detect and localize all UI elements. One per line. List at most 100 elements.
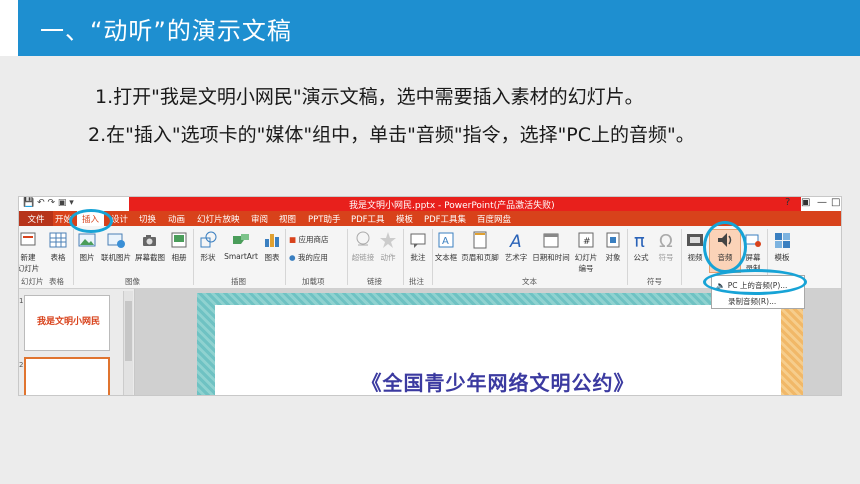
header-footer-label: 页眉和页脚 bbox=[461, 253, 499, 262]
slide-thumbnail-1[interactable]: 我是文明小网民 bbox=[24, 295, 110, 351]
slide-number-button[interactable]: # 幻灯片 编号 bbox=[572, 230, 600, 274]
new-slide-button[interactable]: 新建 幻灯片 bbox=[18, 230, 41, 274]
group-label-slides: 幻灯片 bbox=[21, 277, 44, 286]
thumb-title: 我是文明小网民 bbox=[37, 317, 101, 327]
tab-animations[interactable]: 动画 bbox=[168, 213, 185, 225]
step-2: 2.在"插入"选项卡的"媒体"组中，单击"音频"指令，选择"PC上的音频"。 bbox=[88, 124, 695, 146]
highlight-ring-insert-tab bbox=[69, 209, 113, 233]
object-icon bbox=[606, 232, 620, 248]
table-label: 表格 bbox=[50, 253, 66, 262]
album-button[interactable]: 相册 bbox=[167, 230, 191, 263]
tab-slideshow[interactable]: 幻灯片放映 bbox=[197, 213, 240, 225]
template-icon bbox=[775, 233, 790, 248]
wordart-button[interactable]: A 艺术字 bbox=[502, 230, 530, 263]
table-button[interactable]: 表格 bbox=[45, 230, 71, 263]
symbol-button[interactable]: Ω 符号 bbox=[654, 230, 678, 263]
template-label: 模板 bbox=[774, 253, 790, 262]
tab-review[interactable]: 审阅 bbox=[251, 213, 268, 225]
smartart-label: SmartArt bbox=[224, 252, 258, 261]
comment-label: 批注 bbox=[410, 253, 426, 262]
datetime-label: 日期和时间 bbox=[532, 253, 570, 262]
svg-text:A: A bbox=[509, 232, 522, 250]
online-picture-label: 联机图片 bbox=[101, 253, 131, 262]
shapes-label: 形状 bbox=[200, 253, 216, 262]
wordart-icon: A bbox=[509, 232, 522, 250]
group-separator bbox=[73, 229, 74, 285]
menu-item-record-audio[interactable]: 录制音频(R)... bbox=[728, 296, 776, 307]
minimize-button[interactable]: — bbox=[817, 197, 827, 208]
slide-number-icon: # bbox=[578, 232, 594, 248]
tab-transitions[interactable]: 切换 bbox=[139, 213, 156, 225]
thumb-number-2: 2 bbox=[19, 361, 24, 369]
scroll-thumb[interactable] bbox=[125, 301, 132, 361]
svg-text:π: π bbox=[634, 231, 645, 250]
template-button[interactable]: 模板 bbox=[769, 230, 795, 263]
tab-pdf-tools[interactable]: PDF工具 bbox=[351, 213, 385, 225]
chart-button[interactable]: 图表 bbox=[261, 230, 283, 263]
header-footer-button[interactable]: 页眉和页脚 bbox=[460, 230, 500, 263]
slide-thumbnail-2-selected[interactable] bbox=[24, 357, 110, 395]
group-label-symbols: 符号 bbox=[647, 277, 662, 286]
equation-button[interactable]: π 公式 bbox=[629, 230, 653, 263]
group-label-images: 图像 bbox=[125, 277, 140, 286]
equation-label: 公式 bbox=[633, 253, 649, 262]
my-apps-label: 我的应用 bbox=[297, 253, 328, 262]
picture-icon bbox=[78, 233, 96, 247]
film-icon bbox=[687, 234, 703, 246]
screenshot-label: 屏幕截图 bbox=[135, 253, 165, 262]
slide-content-area[interactable]: 《全国青少年网络文明公约》 bbox=[215, 305, 781, 395]
tab-view[interactable]: 视图 bbox=[279, 213, 296, 225]
slide-number-label: 幻灯片 编号 bbox=[574, 253, 598, 273]
camera-icon bbox=[143, 235, 156, 246]
page-title: 一、“动听”的演示文稿 bbox=[40, 17, 292, 45]
wordart-label: 艺术字 bbox=[504, 253, 528, 262]
action-button[interactable]: 动作 bbox=[377, 230, 399, 263]
powerpoint-screenshot: 💾 ↶ ↷ ▣ ▾ 我是文明小网民.pptx - PowerPoint(产品激活… bbox=[18, 196, 842, 396]
my-apps-button[interactable]: ● 我的应用 bbox=[289, 252, 345, 263]
group-separator bbox=[347, 229, 348, 285]
group-label-addins: 加载项 bbox=[302, 277, 325, 286]
thumb-number-1: 1 bbox=[19, 297, 24, 305]
object-button[interactable]: 对象 bbox=[602, 230, 624, 263]
group-separator bbox=[193, 229, 194, 285]
datetime-button[interactable]: 日期和时间 bbox=[531, 230, 571, 263]
header-footer-icon bbox=[473, 231, 487, 249]
tab-ppt-helper[interactable]: PPT助手 bbox=[308, 213, 340, 225]
title-bar: 💾 ↶ ↷ ▣ ▾ 我是文明小网民.pptx - PowerPoint(产品激活… bbox=[19, 197, 841, 211]
picture-button[interactable]: 图片 bbox=[75, 230, 99, 263]
table-icon bbox=[49, 232, 67, 248]
group-separator bbox=[627, 229, 628, 285]
slide-title[interactable]: 《全国青少年网络文明公约》 bbox=[215, 367, 781, 395]
group-separator bbox=[285, 229, 286, 285]
tab-templates[interactable]: 模板 bbox=[396, 213, 413, 225]
maximize-button[interactable]: □ bbox=[831, 197, 840, 208]
comment-button[interactable]: 批注 bbox=[407, 230, 429, 263]
help-button[interactable]: ? bbox=[785, 197, 790, 208]
shapes-button[interactable]: 形状 bbox=[196, 230, 220, 263]
my-apps-icon: ● bbox=[289, 253, 296, 262]
smartart-button[interactable]: SmartArt bbox=[222, 230, 260, 261]
tab-file[interactable]: 文件 bbox=[19, 211, 53, 226]
tab-design[interactable]: 设计 bbox=[111, 213, 128, 225]
screenshot-button[interactable]: 屏幕截图 bbox=[133, 230, 167, 263]
new-slide-icon bbox=[20, 232, 36, 246]
store-label: 应用商店 bbox=[298, 235, 329, 244]
thumbnail-scrollbar[interactable] bbox=[123, 291, 133, 395]
chart-label: 图表 bbox=[264, 253, 280, 262]
step-1: 1.打开"我是文明小网民"演示文稿，选中需要插入素材的幻灯片。 bbox=[95, 86, 644, 108]
hyperlink-button[interactable]: 超链接 bbox=[349, 230, 377, 263]
online-picture-button[interactable]: 联机图片 bbox=[99, 230, 133, 263]
chart-icon bbox=[265, 234, 279, 247]
tab-pdf-toolset[interactable]: PDF工具集 bbox=[424, 213, 466, 225]
ribbon-display-button[interactable]: ▣ bbox=[801, 197, 810, 208]
group-separator bbox=[681, 229, 682, 285]
online-picture-icon bbox=[107, 233, 125, 248]
tab-baidu-netdisk[interactable]: 百度网盘 bbox=[477, 213, 511, 225]
app-store-button[interactable]: ■ 应用商店 bbox=[289, 234, 345, 245]
new-slide-label: 新建 幻灯片 bbox=[18, 253, 40, 273]
highlight-ring-audio-button bbox=[703, 221, 747, 273]
quick-access-toolbar[interactable]: 💾 ↶ ↷ ▣ ▾ bbox=[23, 198, 74, 208]
svg-text:#: # bbox=[583, 237, 591, 247]
group-label-comments: 批注 bbox=[409, 277, 424, 286]
textbox-button[interactable]: A 文本框 bbox=[433, 230, 459, 263]
